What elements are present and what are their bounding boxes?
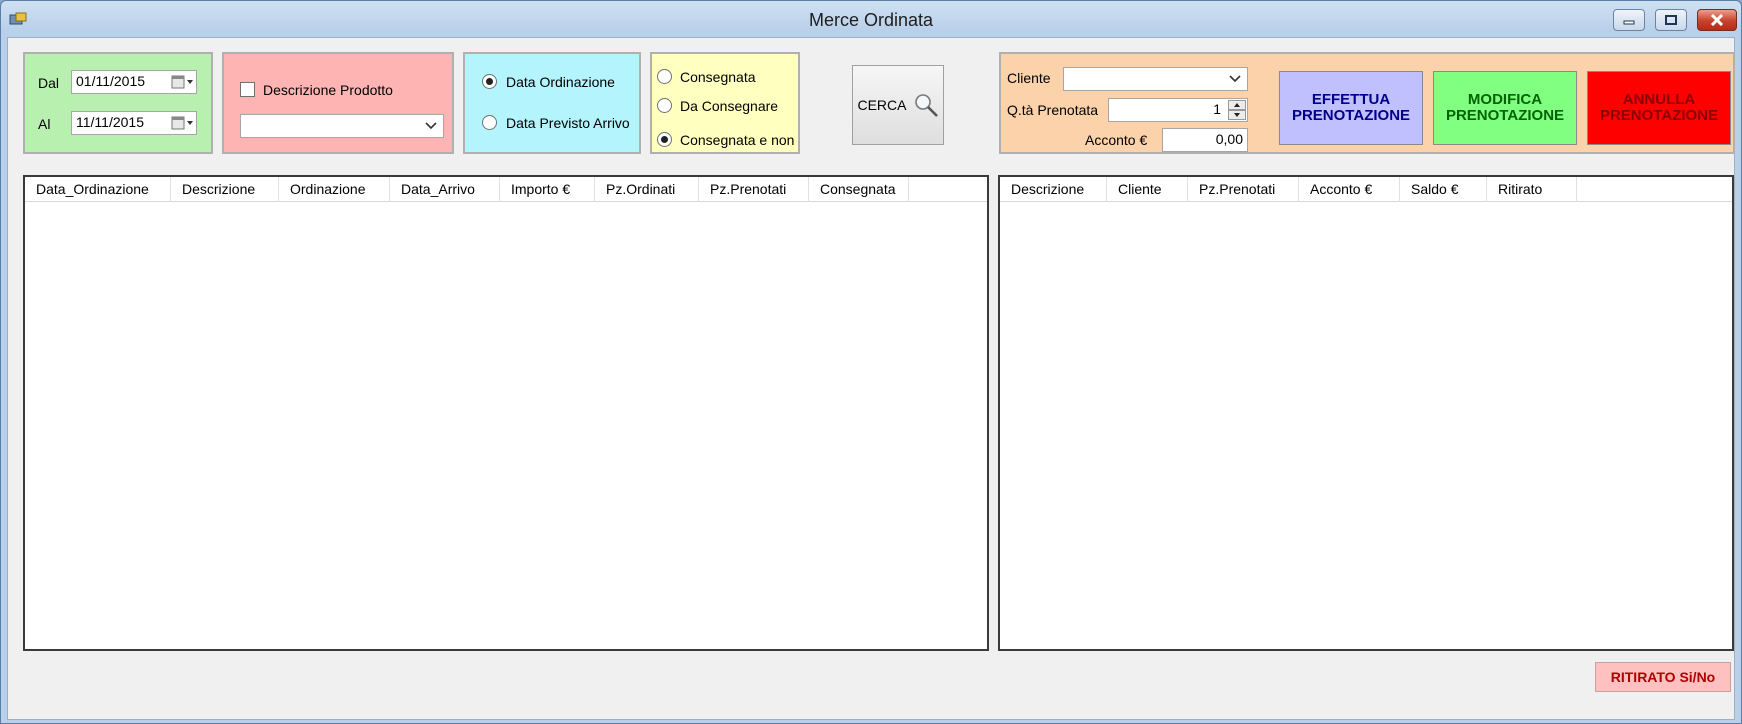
product-combo[interactable]	[240, 114, 444, 138]
deposit-input[interactable]: 0,00	[1162, 128, 1248, 152]
from-date-picker[interactable]: 01/11/2015	[71, 70, 197, 94]
to-date-value: 11/11/2015	[76, 114, 144, 130]
close-button[interactable]	[1697, 9, 1737, 31]
maximize-icon	[1665, 15, 1677, 25]
radio-delivered-label: Consegnata	[680, 69, 756, 85]
quantity-label: Q.tà Prenotata	[1007, 102, 1099, 118]
radio-order-date[interactable]	[482, 74, 497, 89]
column-header[interactable]: Ordinazione	[279, 177, 390, 202]
radio-expected-arrival-date[interactable]	[482, 115, 497, 130]
chevron-down-icon	[425, 122, 437, 130]
calendar-dropdown-icon[interactable]	[170, 73, 196, 91]
search-button-label: CERCA	[857, 97, 907, 113]
deposit-label: Acconto €	[1085, 132, 1148, 148]
window-title: Merce Ordinata	[808, 10, 934, 30]
radio-delivered-and-not[interactable]	[657, 132, 672, 147]
product-description-checkbox[interactable]	[240, 82, 255, 97]
radio-delivered-and-not-label: Consegnata e non	[680, 132, 795, 148]
radio-to-deliver[interactable]	[657, 98, 672, 113]
to-date-picker[interactable]: 11/11/2015	[71, 111, 197, 135]
withdrawn-toggle-button[interactable]: RITIRATO Si/No	[1595, 662, 1731, 692]
search-icon	[914, 94, 938, 117]
client-label: Cliente	[1007, 70, 1051, 86]
quantity-value: 1	[1213, 101, 1221, 117]
radio-to-deliver-label: Da Consegnare	[680, 98, 779, 114]
product-panel: Descrizione Prodotto	[222, 52, 454, 154]
minimize-button[interactable]	[1613, 9, 1645, 31]
column-header[interactable]: Data_Arrivo	[390, 177, 500, 202]
chevron-down-icon	[1229, 75, 1241, 83]
column-header[interactable]: Acconto €	[1299, 177, 1400, 202]
form-body: Dal 01/11/2015 Al 11/11/2015 Descrizione…	[7, 37, 1735, 720]
book-button[interactable]: EFFETTUA PRENOTAZIONE	[1279, 71, 1423, 145]
close-icon	[1710, 14, 1724, 26]
quantity-stepper[interactable]: 1	[1108, 98, 1248, 122]
main-window: Merce Ordinata Dal 01/11/2015 Al 11/11/2…	[0, 0, 1742, 724]
column-header[interactable]: Importo €	[500, 177, 595, 202]
column-header[interactable]: Consegnata	[809, 177, 909, 202]
column-header[interactable]: Pz.Prenotati	[1188, 177, 1299, 202]
bookings-grid[interactable]: Descrizione Cliente Pz.Prenotati Acconto…	[998, 175, 1734, 651]
column-header[interactable]: Cliente	[1107, 177, 1188, 202]
column-header[interactable]: Saldo €	[1400, 177, 1487, 202]
column-header[interactable]: Data_Ordinazione	[25, 177, 171, 202]
orders-grid[interactable]: Data_Ordinazione Descrizione Ordinazione…	[23, 175, 989, 651]
date-range-panel: Dal 01/11/2015 Al 11/11/2015	[23, 52, 213, 154]
column-header[interactable]: Ritirato	[1487, 177, 1577, 202]
cancel-booking-button[interactable]: ANNULLA PRENOTAZIONE	[1587, 71, 1731, 145]
calendar-dropdown-icon[interactable]	[170, 114, 196, 132]
booking-panel: Cliente Q.tà Prenotata 1 Acconto € 0,00 …	[999, 52, 1735, 154]
title-bar[interactable]: Merce Ordinata	[1, 1, 1741, 37]
delivery-status-panel: Consegnata Da Consegnare Consegnata e no…	[650, 52, 800, 154]
product-description-label: Descrizione Prodotto	[263, 82, 393, 98]
column-header[interactable]: Pz.Prenotati	[699, 177, 809, 202]
to-label: Al	[38, 116, 51, 132]
column-header[interactable]: Descrizione	[171, 177, 279, 202]
radio-expected-arrival-label: Data Previsto Arrivo	[506, 115, 630, 131]
client-combo[interactable]	[1063, 67, 1248, 91]
edit-booking-button[interactable]: MODIFICA PRENOTAZIONE	[1433, 71, 1577, 145]
spinner-arrows-icon[interactable]	[1228, 100, 1246, 120]
search-button[interactable]: CERCA	[852, 65, 944, 145]
maximize-button[interactable]	[1655, 9, 1687, 31]
column-header[interactable]: Pz.Ordinati	[595, 177, 699, 202]
deposit-value: 0,00	[1215, 131, 1243, 147]
orders-grid-header: Data_Ordinazione Descrizione Ordinazione…	[25, 177, 987, 202]
minimize-icon	[1623, 20, 1635, 25]
radio-delivered[interactable]	[657, 69, 672, 84]
column-header[interactable]: Descrizione	[1000, 177, 1107, 202]
bookings-grid-header: Descrizione Cliente Pz.Prenotati Acconto…	[1000, 177, 1732, 202]
from-date-value: 01/11/2015	[76, 73, 146, 89]
radio-order-date-label: Data Ordinazione	[506, 74, 615, 90]
date-type-panel: Data Ordinazione Data Previsto Arrivo	[463, 52, 641, 154]
from-label: Dal	[38, 75, 60, 91]
